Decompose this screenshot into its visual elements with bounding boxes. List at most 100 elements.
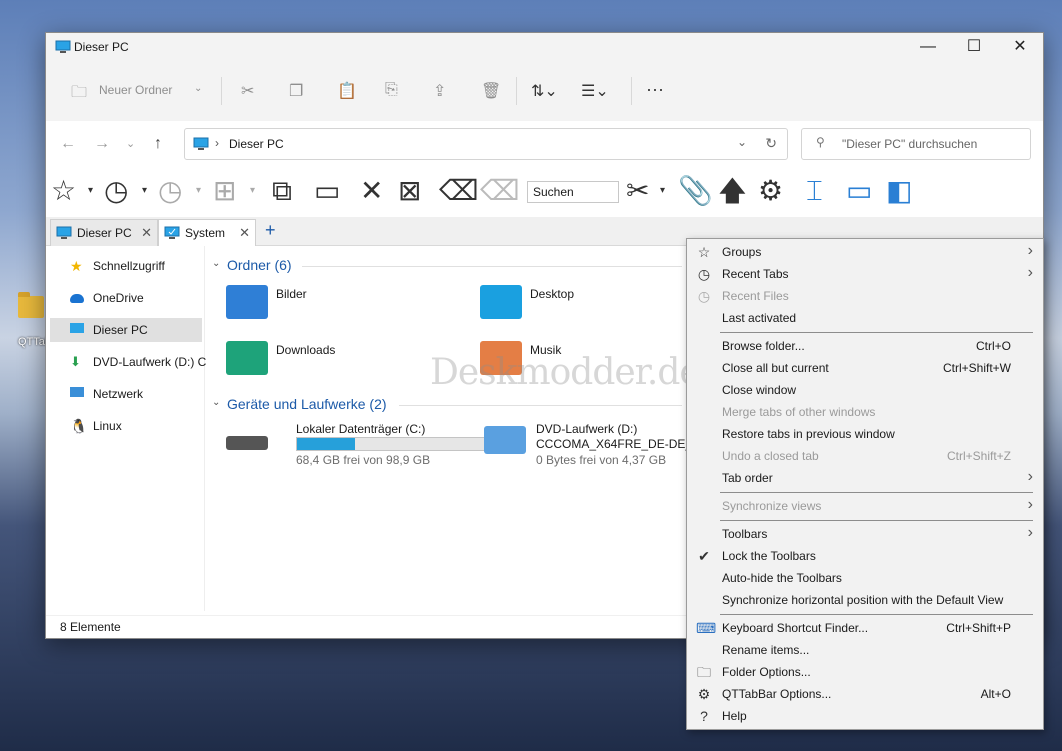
paste-icon[interactable]: 📋 (337, 81, 357, 101)
up-arrow-icon[interactable]: 🡅 (718, 173, 747, 209)
backspace-icon[interactable]: ⌫ (439, 173, 479, 209)
window-icon[interactable]: ▭ (314, 173, 340, 209)
maximize-button[interactable]: ☐ (951, 33, 997, 61)
menu-item-last-activated[interactable]: Last activated (687, 307, 1043, 329)
menu-item-browse-folder[interactable]: Browse folder... Ctrl+O (687, 335, 1043, 357)
group-header-laufwerke[interactable]: Geräte und Laufwerke (2) (227, 396, 387, 412)
paperclip-icon[interactable]: 📎 (678, 173, 713, 209)
clock-icon[interactable]: ◷ (104, 173, 128, 209)
menu-item-rename-items[interactable]: Rename items... (687, 639, 1043, 661)
close-button[interactable]: ✕ (997, 33, 1043, 61)
more-button[interactable]: ··· (646, 79, 664, 100)
star-icon: ☆ (697, 244, 711, 260)
help-icon: ? (700, 708, 708, 724)
close-tab-icon[interactable]: ✕ (360, 173, 383, 209)
folder-label: Bilder (276, 287, 307, 301)
menu-item-folder-options[interactable]: 🗀 Folder Options... (687, 661, 1043, 683)
chevron-down-icon[interactable]: ▾ (250, 173, 255, 209)
desktop-icon-qttabbar[interactable]: QTTabBar (18, 292, 68, 352)
search-input[interactable]: ⚲ "Dieser PC" durchsuchen (801, 128, 1031, 160)
menu-item-undo-a-closed-tab[interactable]: Undo a closed tab Ctrl+Shift+Z (687, 445, 1043, 467)
new-window-icon[interactable]: ⧉ (272, 173, 292, 209)
close-tab-button[interactable]: ✕ (141, 225, 152, 241)
sidebar-item-netzwerk[interactable]: Netzwerk (50, 382, 202, 406)
forward-icon[interactable]: → (94, 135, 110, 153)
view-icon[interactable]: ☰⌄ (581, 81, 609, 101)
keyboard-icon: ⌨ (696, 620, 717, 636)
tab-system[interactable]: System ✕ (158, 219, 256, 246)
address-bar[interactable]: › Dieser PC ⌄ ↻ (184, 128, 788, 160)
copy-icon[interactable]: ❐ (289, 81, 303, 101)
menu-item-auto-hide-the-toolbars[interactable]: Auto-hide the Toolbars (687, 567, 1043, 589)
gear-icon[interactable]: ⚙ (758, 173, 783, 209)
star-icon[interactable]: ☆ (51, 173, 76, 209)
side-panel-icon[interactable]: ◧ (886, 173, 912, 209)
share-icon[interactable]: ⇪ (433, 81, 446, 101)
delete-icon[interactable]: 🗑 (481, 81, 501, 101)
menu-item-shortcut: Ctrl+O (975, 339, 1011, 353)
tab-dieser-pc[interactable]: Dieser PC ✕ (50, 219, 158, 246)
chevron-down-icon[interactable]: ▾ (88, 173, 93, 209)
sidebar-item-dieser-pc[interactable]: Dieser PC (50, 318, 202, 342)
tab-label: Dieser PC (77, 226, 132, 240)
refresh-icon[interactable]: ↻ (765, 135, 777, 152)
chevron-down-icon[interactable]: ▾ (660, 173, 665, 209)
downloads-folder-icon (226, 341, 268, 375)
drive-item-d[interactable]: DVD-Laufwerk (D:) CCCOMA_X64FRE_DE-DE_DV… (484, 420, 686, 470)
windows-icon[interactable]: ⊞ (213, 173, 236, 209)
close-tab-button[interactable]: ✕ (239, 225, 250, 241)
menu-item-recent-files[interactable]: ◷ Recent Files (687, 285, 1043, 307)
chevron-down-icon[interactable]: ▾ (142, 173, 147, 209)
close-window-icon[interactable]: ⊠ (398, 173, 421, 209)
chevron-down-icon[interactable]: ⌄ (737, 135, 747, 149)
clock-file-icon: ◷ (697, 288, 711, 304)
rename-icon[interactable]: ⎘ (385, 81, 398, 99)
chevron-down-icon[interactable]: ⌄ (212, 397, 220, 408)
menu-item-label: Tab order (722, 471, 773, 485)
menu-item-toolbars[interactable]: Toolbars › (687, 523, 1043, 545)
cut-icon[interactable]: ✂ (241, 81, 254, 101)
search-icon: ⚲ (816, 135, 825, 149)
qttabbar-context-menu: ☆ Groups › ◷ Recent Tabs › ◷ Recent Files Last a… (686, 238, 1044, 730)
navigation-pane: ★ Schnellzugriff OneDrive Dieser PC ⬇ DV… (46, 246, 206, 611)
add-tab-button[interactable]: + (265, 220, 276, 241)
menu-item-recent-tabs[interactable]: ◷ Recent Tabs › (687, 263, 1043, 285)
menu-item-help[interactable]: ? Help (687, 705, 1043, 727)
sidebar-item-linux[interactable]: 🐧 Linux (50, 414, 202, 438)
text-cursor-icon[interactable]: ⌶ (806, 173, 823, 209)
menu-item-label: Auto-hide the Toolbars (722, 571, 842, 585)
drive-usage-bar (296, 437, 486, 451)
group-header-ordner[interactable]: Ordner (6) (227, 257, 292, 273)
menu-item-keyboard-shortcut-finder[interactable]: ⌨ Keyboard Shortcut Finder... Ctrl+Shift+P (687, 617, 1043, 639)
recent-locations-icon[interactable]: ⌄ (126, 137, 135, 150)
drive-item-c[interactable]: Lokaler Datenträger (C:) 68,4 GB frei vo… (226, 420, 486, 470)
item-count: 8 Elemente (60, 620, 121, 634)
clock-file-icon[interactable]: ◷ (158, 173, 182, 209)
menu-item-label: Toolbars (722, 527, 768, 541)
menu-item-merge-tabs-of-other-windows[interactable]: Merge tabs of other windows (687, 401, 1043, 423)
menu-item-restore-tabs-in-previous-window[interactable]: Restore tabs in previous window (687, 423, 1043, 445)
menu-item-close-window[interactable]: Close window (687, 379, 1043, 401)
bottom-panel-icon[interactable]: ▭ (846, 173, 872, 209)
sort-icon[interactable]: ⇅⌄ (531, 81, 558, 101)
new-folder-button[interactable]: Neuer Ordner (99, 83, 172, 97)
chevron-down-icon[interactable]: ▾ (196, 173, 201, 209)
menu-item-close-all-but-current[interactable]: Close all but current Ctrl+Shift+W (687, 357, 1043, 379)
menu-item-label: Last activated (722, 311, 797, 325)
menu-item-synchronize-views[interactable]: Synchronize views › (687, 495, 1043, 517)
folder-icon (18, 292, 44, 318)
sidebar-item-schnellzugriff[interactable]: ★ Schnellzugriff (50, 254, 202, 278)
menu-item-groups[interactable]: ☆ Groups › (687, 241, 1043, 263)
menu-item-tab-order[interactable]: Tab order › (687, 467, 1043, 489)
back-icon[interactable]: ← (60, 135, 76, 153)
up-icon[interactable]: ↑ (154, 135, 162, 153)
minimize-button[interactable]: — (905, 33, 951, 61)
chevron-down-icon[interactable]: ⌄ (212, 258, 220, 269)
scissors-icon[interactable]: ✂ (626, 173, 649, 209)
menu-item-lock-the-toolbars[interactable]: ✔ Lock the Toolbars (687, 545, 1043, 567)
qt-search-input[interactable]: Suchen (527, 181, 619, 203)
sidebar-item-onedrive[interactable]: OneDrive (50, 286, 202, 310)
menu-item-qttabbar-options[interactable]: ⚙ QTTabBar Options... Alt+O (687, 683, 1043, 705)
sidebar-item-dvd[interactable]: ⬇ DVD-Laufwerk (D:) C (50, 350, 206, 374)
menu-item-synchronize-horizontal-position-with-the-default-view[interactable]: Synchronize horizontal position with the… (687, 589, 1043, 611)
